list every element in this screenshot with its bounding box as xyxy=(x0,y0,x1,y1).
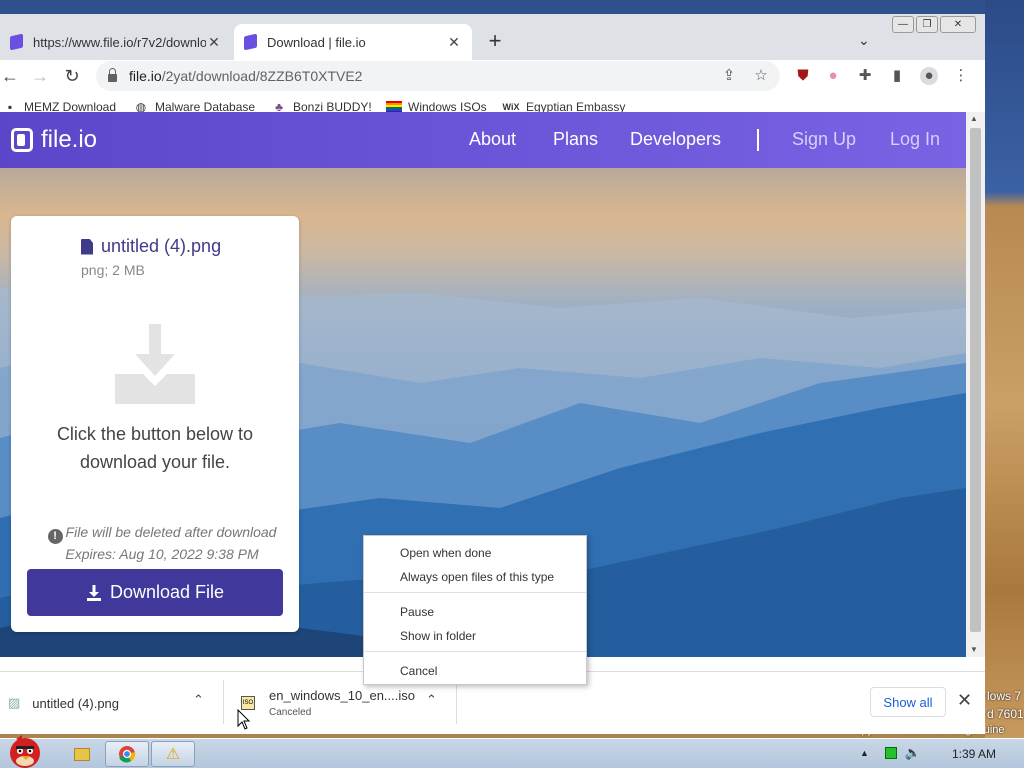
network-icon[interactable] xyxy=(884,747,897,759)
share-icon[interactable]: ⇪ xyxy=(720,67,738,85)
file-meta: png; 2 MB xyxy=(81,262,145,278)
close-tab-icon[interactable]: ✕ xyxy=(206,34,222,51)
warning-text: File will be deleted after download xyxy=(65,524,277,540)
download-item-png[interactable]: ▨ untitled (4).png xyxy=(8,672,222,734)
download-button-label: Download File xyxy=(109,582,225,602)
browser-toolbar: ← → ↻ file.io/2yat/download/8ZZB6T0XTVE2… xyxy=(0,60,985,92)
maximize-button[interactable]: ❐ xyxy=(916,16,938,33)
tab-fileio-r7v2[interactable]: https://www.file.io/r7v2/downloa ✕ xyxy=(0,24,232,60)
menu-open-when-done[interactable]: Open when done xyxy=(400,546,491,560)
tray-expand-icon[interactable]: ▲ xyxy=(860,748,869,758)
close-shelf-icon[interactable]: ✕ xyxy=(957,690,972,711)
system-tray: ▲ 🔈 xyxy=(860,745,921,761)
mouse-cursor-icon xyxy=(237,709,251,730)
show-all-downloads-button[interactable]: Show all xyxy=(870,687,946,717)
menu-show-in-folder[interactable]: Show in folder xyxy=(400,629,476,643)
page-scrollbar[interactable]: ▲ ▼ xyxy=(966,112,985,657)
nav-about-link[interactable]: About xyxy=(469,129,516,150)
menu-kebab-icon[interactable]: ⋮ xyxy=(952,67,970,85)
menu-separator xyxy=(364,592,586,593)
taskbar-clock[interactable]: 1:39 AM xyxy=(952,747,996,761)
address-path: /2yat/download/8ZZB6T0XTVE2 xyxy=(161,68,363,84)
file-doc-icon xyxy=(81,238,93,255)
forward-arrow-icon[interactable]: → xyxy=(30,66,50,86)
shelf-divider xyxy=(456,680,457,724)
download-status: Canceled xyxy=(269,707,312,718)
menu-cancel[interactable]: Cancel xyxy=(400,664,437,678)
menu-always-open-type[interactable]: Always open files of this type xyxy=(400,570,554,584)
shelf-divider xyxy=(223,680,224,724)
address-host: file.io xyxy=(129,68,162,84)
scroll-up-arrow-icon[interactable]: ▲ xyxy=(970,114,978,123)
volume-icon[interactable]: 🔈 xyxy=(905,745,921,761)
folder-icon xyxy=(74,747,90,761)
ublock-extension-icon[interactable]: ⛊ xyxy=(794,67,812,85)
tab-download-fileio[interactable]: Download | file.io ✕ xyxy=(234,24,472,60)
download-file-button[interactable]: Download File xyxy=(27,569,283,616)
close-window-button[interactable]: ✕ xyxy=(940,16,976,33)
download-card: untitled (4).png png; 2 MB Click the but… xyxy=(11,216,299,632)
file-name: untitled (4).png xyxy=(101,236,222,256)
brand-name: file.io xyxy=(41,126,98,153)
download-name: untitled (4).png xyxy=(32,695,120,711)
trans-flag-extension-icon[interactable]: ● xyxy=(824,67,842,85)
tab-search-chevron-icon[interactable]: ⌄ xyxy=(858,32,870,49)
download-options-chevron-icon[interactable]: ⌃ xyxy=(193,692,204,708)
close-tab-icon[interactable]: ✕ xyxy=(446,34,462,51)
reload-icon[interactable]: ↻ xyxy=(62,66,82,86)
minimize-button[interactable]: — xyxy=(892,16,914,33)
watermark-line2: d 7601 xyxy=(987,707,1024,721)
watermark-line1: lows 7 xyxy=(987,689,1022,703)
lock-icon xyxy=(108,68,117,82)
scroll-thumb[interactable] xyxy=(970,128,981,632)
file-name-heading: untitled (4).png xyxy=(81,236,221,257)
tab-strip: https://www.file.io/r7v2/downloa ✕ Downl… xyxy=(0,14,985,60)
back-arrow-icon[interactable]: ← xyxy=(0,66,20,86)
profile-avatar-icon[interactable]: ● xyxy=(920,67,938,85)
site-logo[interactable]: file.io xyxy=(11,126,97,154)
tab-title: Download | file.io xyxy=(267,34,366,50)
scroll-down-arrow-icon[interactable]: ▼ xyxy=(970,645,978,654)
download-options-chevron-icon[interactable]: ⌃ xyxy=(426,692,437,708)
wix-icon: WiX xyxy=(502,102,520,112)
menu-separator xyxy=(364,651,586,652)
nav-plans-link[interactable]: Plans xyxy=(553,129,598,150)
deletion-warning: ! File will be deleted after download Exp… xyxy=(31,522,293,564)
download-name: en_windows_10_en....iso xyxy=(269,688,415,703)
nav-signup-link[interactable]: Sign Up xyxy=(792,129,856,150)
iso-file-icon: ISO xyxy=(241,696,255,710)
warning-taskbar-button[interactable]: ⚠ xyxy=(151,741,195,767)
nav-developers-link[interactable]: Developers xyxy=(630,129,721,150)
new-tab-button[interactable]: + xyxy=(484,30,506,52)
download-icon xyxy=(86,584,101,601)
nav-login-link[interactable]: Log In xyxy=(890,129,940,150)
image-file-icon: ▨ xyxy=(8,695,21,710)
fileio-logo-icon xyxy=(11,128,33,152)
bookmark-star-icon[interactable]: ☆ xyxy=(752,67,770,85)
address-bar[interactable]: file.io/2yat/download/8ZZB6T0XTVE2 xyxy=(96,61,780,91)
chrome-taskbar-button[interactable] xyxy=(105,741,149,767)
windows-taskbar: ⚠ ▲ 🔈 1:39 AM xyxy=(0,735,1024,768)
tab-title: https://www.file.io/r7v2/downloa xyxy=(33,34,206,50)
info-icon: ! xyxy=(47,529,63,544)
expiry-text: Expires: Aug 10, 2022 9:38 PM xyxy=(65,546,259,562)
download-instructions: Click the button below to download your … xyxy=(56,424,254,472)
download-tray-icon xyxy=(115,324,195,404)
desktop-wallpaper-edge xyxy=(985,0,1024,738)
extensions-puzzle-icon[interactable]: ✚ xyxy=(856,67,874,85)
menu-pause[interactable]: Pause xyxy=(400,605,434,619)
explorer-taskbar-button[interactable] xyxy=(60,741,104,767)
fileio-favicon-icon xyxy=(244,33,257,51)
start-angry-bird-icon[interactable] xyxy=(2,733,48,768)
warning-triangle-icon: ⚠ xyxy=(165,746,181,763)
fileio-favicon-icon xyxy=(10,33,23,51)
nav-divider xyxy=(757,129,759,151)
site-navbar: file.io About Plans Developers Sign Up L… xyxy=(0,112,966,168)
chrome-icon xyxy=(119,746,136,763)
side-panel-icon[interactable]: ▮ xyxy=(888,67,906,85)
download-context-menu: Open when done Always open files of this… xyxy=(363,535,587,685)
